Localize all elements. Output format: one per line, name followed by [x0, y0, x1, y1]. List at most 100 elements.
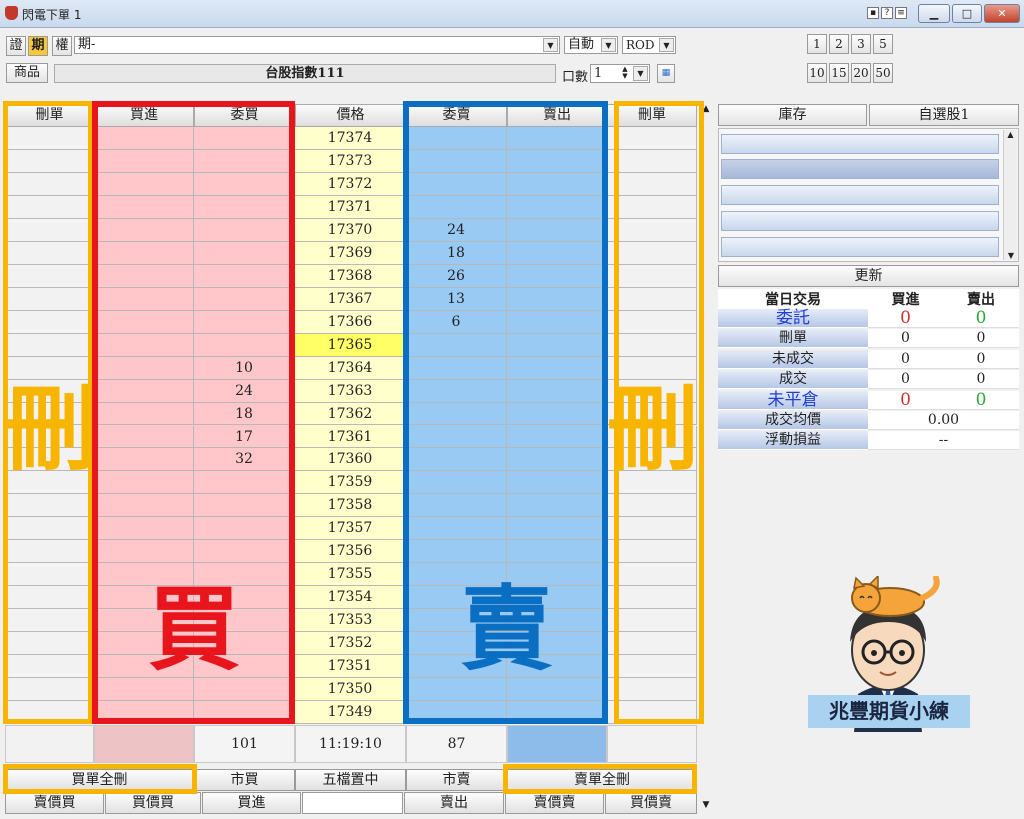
- ladder-cell-buy-order[interactable]: [94, 494, 194, 518]
- tab-type-1[interactable]: 期: [28, 36, 48, 56]
- ladder-cell-delete-sell[interactable]: [607, 540, 697, 564]
- ladder-cell-buy-order[interactable]: [94, 333, 194, 357]
- ladder-cell-bid-qty[interactable]: [194, 195, 295, 219]
- ladder-cell-price[interactable]: 17365: [295, 333, 406, 357]
- ladder-cell-buy-order[interactable]: [94, 701, 194, 724]
- order-button[interactable]: 買進: [202, 792, 301, 814]
- ladder-cell-ask-qty[interactable]: 6: [406, 310, 507, 334]
- ladder-cell-ask-qty[interactable]: [406, 379, 507, 403]
- ladder-cell-delete-sell[interactable]: [607, 310, 697, 334]
- price-input[interactable]: [302, 792, 403, 814]
- product-button[interactable]: 商品: [6, 63, 48, 83]
- order-button[interactable]: 賣出: [404, 792, 504, 814]
- order-button[interactable]: 賣價買: [5, 792, 104, 814]
- ladder-cell-sell-order[interactable]: [507, 448, 607, 472]
- ladder-cell-bid-qty[interactable]: [194, 149, 295, 173]
- ladder-cell-ask-qty[interactable]: [406, 494, 507, 518]
- ladder-cell-price[interactable]: 17372: [295, 172, 406, 196]
- ladder-cell-delete-buy[interactable]: [5, 609, 94, 633]
- ladder-cell-buy-order[interactable]: [94, 425, 194, 449]
- ladder-cell-delete-sell[interactable]: [607, 127, 697, 150]
- ladder-cell-price[interactable]: 17371: [295, 195, 406, 219]
- ladder-cell-ask-qty[interactable]: [406, 172, 507, 196]
- minimize-button[interactable]: ▁: [918, 4, 950, 23]
- sell-delete-all-button[interactable]: 賣單全刪: [507, 769, 697, 791]
- quick-qty-button[interactable]: 50: [873, 63, 893, 83]
- ladder-cell-sell-order[interactable]: [507, 701, 607, 724]
- ladder-cell-ask-qty[interactable]: [406, 195, 507, 219]
- ladder-cell-delete-buy[interactable]: [5, 586, 94, 610]
- ladder-cell-bid-qty[interactable]: [194, 494, 295, 518]
- ladder-cell-bid-qty[interactable]: 32: [194, 448, 295, 472]
- quick-qty-button[interactable]: 1: [807, 34, 827, 54]
- order-button[interactable]: 買價賣: [605, 792, 697, 814]
- tab-type-2[interactable]: 權: [52, 36, 72, 56]
- order-type-select[interactable]: ROD ▼: [622, 36, 676, 54]
- ladder-cell-sell-order[interactable]: [507, 172, 607, 196]
- ladder-cell-sell-order[interactable]: [507, 425, 607, 449]
- ladder-cell-sell-order[interactable]: [507, 127, 607, 150]
- ladder-cell-sell-order[interactable]: [507, 149, 607, 173]
- ladder-cell-price[interactable]: 17358: [295, 494, 406, 518]
- ladder-cell-price[interactable]: 17363: [295, 379, 406, 403]
- ladder-cell-bid-qty[interactable]: [194, 218, 295, 242]
- help-icon[interactable]: ?: [881, 7, 893, 19]
- ladder-cell-delete-buy[interactable]: [5, 494, 94, 518]
- ladder-cell-price[interactable]: 17370: [295, 218, 406, 242]
- ladder-cell-ask-qty[interactable]: [406, 448, 507, 472]
- ladder-cell-delete-sell[interactable]: [607, 563, 697, 587]
- inventory-row[interactable]: [721, 211, 999, 231]
- scroll-up-icon[interactable]: ▲: [699, 104, 713, 118]
- ladder-cell-price[interactable]: 17364: [295, 356, 406, 380]
- ladder-cell-ask-qty[interactable]: 18: [406, 241, 507, 265]
- ladder-cell-buy-order[interactable]: [94, 471, 194, 495]
- tab-watchlist[interactable]: 自選股1: [869, 104, 1019, 126]
- ladder-cell-buy-order[interactable]: [94, 195, 194, 219]
- inventory-row[interactable]: [721, 159, 999, 179]
- ladder-cell-price[interactable]: 17350: [295, 678, 406, 702]
- ladder-cell-sell-order[interactable]: [507, 379, 607, 403]
- ladder-cell-bid-qty[interactable]: 18: [194, 402, 295, 426]
- order-button[interactable]: 賣價賣: [505, 792, 604, 814]
- ladder-cell-bid-qty[interactable]: [194, 287, 295, 311]
- ladder-cell-bid-qty[interactable]: [194, 540, 295, 564]
- ladder-cell-delete-buy[interactable]: [5, 563, 94, 587]
- ladder-cell-ask-qty[interactable]: [406, 356, 507, 380]
- ladder-cell-buy-order[interactable]: [94, 540, 194, 564]
- account-select[interactable]: 期- ▼: [74, 36, 560, 54]
- ladder-cell-sell-order[interactable]: [507, 494, 607, 518]
- ladder-cell-bid-qty[interactable]: [194, 241, 295, 265]
- ladder-cell-bid-qty[interactable]: [194, 701, 295, 724]
- ladder-cell-delete-sell[interactable]: [607, 333, 697, 357]
- ladder-cell-sell-order[interactable]: [507, 471, 607, 495]
- ladder-cell-sell-order[interactable]: [507, 264, 607, 288]
- ladder-cell-ask-qty[interactable]: 26: [406, 264, 507, 288]
- ladder-cell-price[interactable]: 17355: [295, 563, 406, 587]
- qty-spinner-icon[interactable]: ▲ ▼: [618, 66, 632, 81]
- ladder-cell-price[interactable]: 17368: [295, 264, 406, 288]
- ladder-cell-price[interactable]: 17374: [295, 127, 406, 150]
- ladder-cell-price[interactable]: 17361: [295, 425, 406, 449]
- ladder-cell-ask-qty[interactable]: 24: [406, 218, 507, 242]
- ladder-cell-delete-sell[interactable]: [607, 287, 697, 311]
- ladder-cell-price[interactable]: 17373: [295, 149, 406, 173]
- ladder-cell-price[interactable]: 17356: [295, 540, 406, 564]
- ladder-cell-bid-qty[interactable]: 10: [194, 356, 295, 380]
- ladder-cell-delete-buy[interactable]: [5, 517, 94, 541]
- ladder-cell-ask-qty[interactable]: [406, 333, 507, 357]
- ladder-cell-delete-sell[interactable]: [607, 172, 697, 196]
- ladder-cell-delete-sell[interactable]: [607, 517, 697, 541]
- chevron-down-icon[interactable]: ▼: [633, 66, 648, 81]
- ladder-cell-ask-qty[interactable]: [406, 402, 507, 426]
- ladder-cell-delete-buy[interactable]: [5, 310, 94, 334]
- ladder-cell-buy-order[interactable]: [94, 127, 194, 150]
- ladder-cell-buy-order[interactable]: [94, 172, 194, 196]
- ladder-cell-price[interactable]: 17354: [295, 586, 406, 610]
- ladder-cell-bid-qty[interactable]: [194, 127, 295, 150]
- ladder-cell-sell-order[interactable]: [507, 310, 607, 334]
- ladder-cell-delete-sell[interactable]: [607, 586, 697, 610]
- ladder-cell-sell-order[interactable]: [507, 517, 607, 541]
- ladder-cell-delete-buy[interactable]: [5, 172, 94, 196]
- ladder-cell-price[interactable]: 17351: [295, 655, 406, 679]
- ladder-cell-delete-sell[interactable]: [607, 241, 697, 265]
